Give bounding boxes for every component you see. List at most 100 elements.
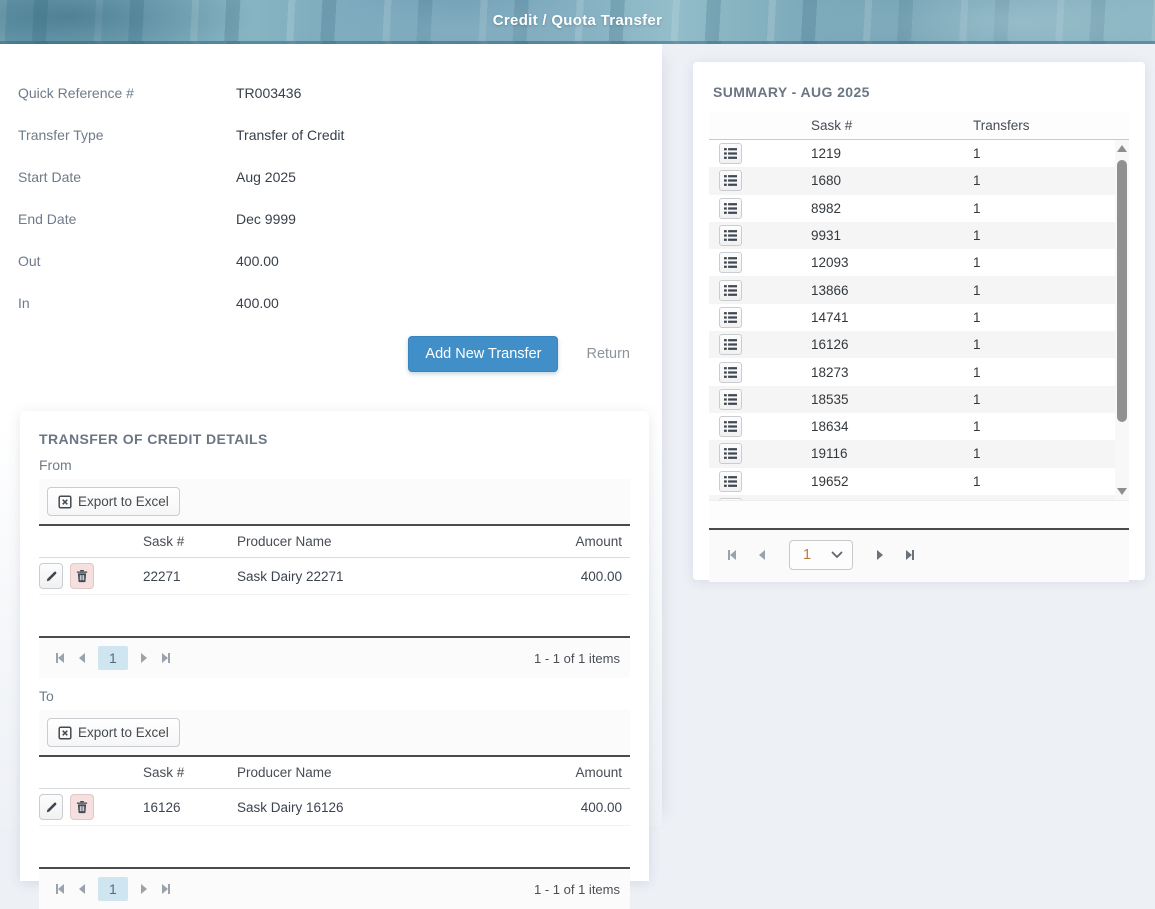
next-icon — [141, 884, 147, 894]
scrollbar-thumb[interactable] — [1117, 160, 1127, 422]
to-label: To — [39, 688, 630, 704]
row-detail-button[interactable] — [719, 498, 742, 500]
transfers-cell: 1 — [913, 201, 1115, 216]
last-page-button[interactable] — [155, 877, 177, 901]
table-row: 14741 1 — [709, 304, 1115, 331]
table-row: 19652 1 — [709, 468, 1115, 495]
from-export-excel-button[interactable]: Export to Excel — [47, 487, 180, 516]
vertical-scrollbar[interactable] — [1115, 140, 1129, 500]
summary-grid-pager: 1 — [709, 528, 1129, 582]
previous-page-button[interactable] — [751, 543, 773, 567]
to-grid-header: Sask # Producer Name Amount — [39, 755, 630, 789]
start-date-value: Aug 2025 — [236, 169, 296, 185]
next-page-button[interactable] — [133, 877, 155, 901]
return-link[interactable]: Return — [586, 346, 630, 362]
list-icon — [723, 202, 738, 215]
to-grid: Export to Excel Sask # Producer Name Amo… — [39, 710, 630, 909]
row-detail-button[interactable] — [719, 307, 742, 328]
sask-number-cell: 16126 — [753, 337, 913, 352]
summary-grid-rows: 1219 1 1680 1 8982 1 9931 1 12093 1 — [709, 140, 1115, 500]
first-page-button[interactable] — [49, 646, 71, 670]
edit-button[interactable] — [39, 794, 63, 820]
edit-button[interactable] — [39, 563, 63, 589]
page-select[interactable]: 1 — [789, 540, 853, 570]
amount-cell: 400.00 — [530, 800, 630, 815]
delete-button[interactable] — [70, 563, 94, 589]
seek-last-icon — [168, 884, 170, 894]
table-row: 9931 1 — [709, 222, 1115, 249]
table-row: 18634 1 — [709, 413, 1115, 440]
row-detail-button[interactable] — [719, 280, 742, 301]
row-detail-button[interactable] — [719, 198, 742, 219]
list-icon — [723, 311, 738, 324]
row-detail-button[interactable] — [719, 389, 742, 410]
table-row: 19116 1 — [709, 440, 1115, 467]
row-detail-button[interactable] — [719, 443, 742, 464]
sask-number-cell: 18535 — [753, 392, 913, 407]
row-actions — [39, 794, 143, 820]
start-date-label: Start Date — [18, 169, 236, 185]
export-excel-label: Export to Excel — [78, 494, 169, 509]
row-detail-button[interactable] — [719, 416, 742, 437]
from-grid-body: 22271 Sask Dairy 22271 400.00 — [39, 558, 630, 636]
next-page-button[interactable] — [869, 543, 891, 567]
row-detail-button[interactable] — [719, 471, 742, 492]
to-grid-pager: 1 1 - 1 of 1 items — [39, 867, 630, 909]
scroll-up-icon[interactable] — [1117, 145, 1127, 152]
current-page-button[interactable]: 1 — [98, 646, 128, 670]
table-row: 1219 1 — [709, 140, 1115, 167]
from-label: From — [39, 457, 630, 473]
row-detail-button[interactable] — [719, 252, 742, 273]
sask-number-cell: 9931 — [753, 228, 913, 243]
summary-grid-viewport: 1219 1 1680 1 8982 1 9931 1 12093 1 — [709, 140, 1129, 500]
row-detail-button[interactable] — [719, 334, 742, 355]
row-detail-button[interactable] — [719, 225, 742, 246]
transfers-cell: 1 — [913, 228, 1115, 243]
list-icon — [723, 447, 738, 460]
form-row-in: In 400.00 — [18, 282, 662, 324]
row-detail-button[interactable] — [719, 362, 742, 383]
transfers-cell: 1 — [913, 419, 1115, 434]
to-export-excel-button[interactable]: Export to Excel — [47, 718, 180, 747]
sask-number-cell: 18273 — [753, 365, 913, 380]
transfers-column-header: Transfers — [913, 118, 1129, 133]
previous-page-button[interactable] — [71, 877, 93, 901]
transfers-cell: 1 — [913, 365, 1115, 380]
scroll-down-icon[interactable] — [1117, 488, 1127, 495]
list-icon — [723, 284, 738, 297]
transfers-cell: 1 — [913, 310, 1115, 325]
table-row: 1680 1 — [709, 167, 1115, 194]
list-icon — [723, 338, 738, 351]
summary-panel: SUMMARY - AUG 2025 Sask # Transfers 1219… — [693, 62, 1145, 580]
first-page-button[interactable] — [721, 543, 743, 567]
out-value: 400.00 — [236, 253, 279, 269]
end-date-label: End Date — [18, 211, 236, 227]
trash-icon — [76, 569, 88, 583]
row-detail-button[interactable] — [719, 170, 742, 191]
current-page-button[interactable]: 1 — [98, 877, 128, 901]
last-page-button[interactable] — [155, 646, 177, 670]
table-row: 8982 1 — [709, 195, 1115, 222]
first-page-button[interactable] — [49, 877, 71, 901]
delete-button[interactable] — [70, 794, 94, 820]
table-row: 18535 1 — [709, 386, 1115, 413]
row-detail-button[interactable] — [719, 143, 742, 164]
end-date-value: Dec 9999 — [236, 211, 296, 227]
list-icon — [723, 366, 738, 379]
form-row-out: Out 400.00 — [18, 240, 662, 282]
pencil-icon — [45, 801, 58, 814]
from-grid-header: Sask # Producer Name Amount — [39, 524, 630, 558]
seek-last-icon — [912, 550, 914, 560]
table-row: 18273 1 — [709, 358, 1115, 385]
next-page-button[interactable] — [133, 646, 155, 670]
add-new-transfer-button[interactable]: Add New Transfer — [408, 336, 558, 372]
form-row-start-date: Start Date Aug 2025 — [18, 156, 662, 198]
transfer-type-value: Transfer of Credit — [236, 127, 344, 143]
last-page-button[interactable] — [899, 543, 921, 567]
transfers-cell: 1 — [913, 255, 1115, 270]
list-icon — [723, 174, 738, 187]
previous-page-button[interactable] — [71, 646, 93, 670]
row-actions — [39, 563, 143, 589]
chevron-down-icon — [831, 551, 843, 559]
sask-number-cell: 8982 — [753, 201, 913, 216]
